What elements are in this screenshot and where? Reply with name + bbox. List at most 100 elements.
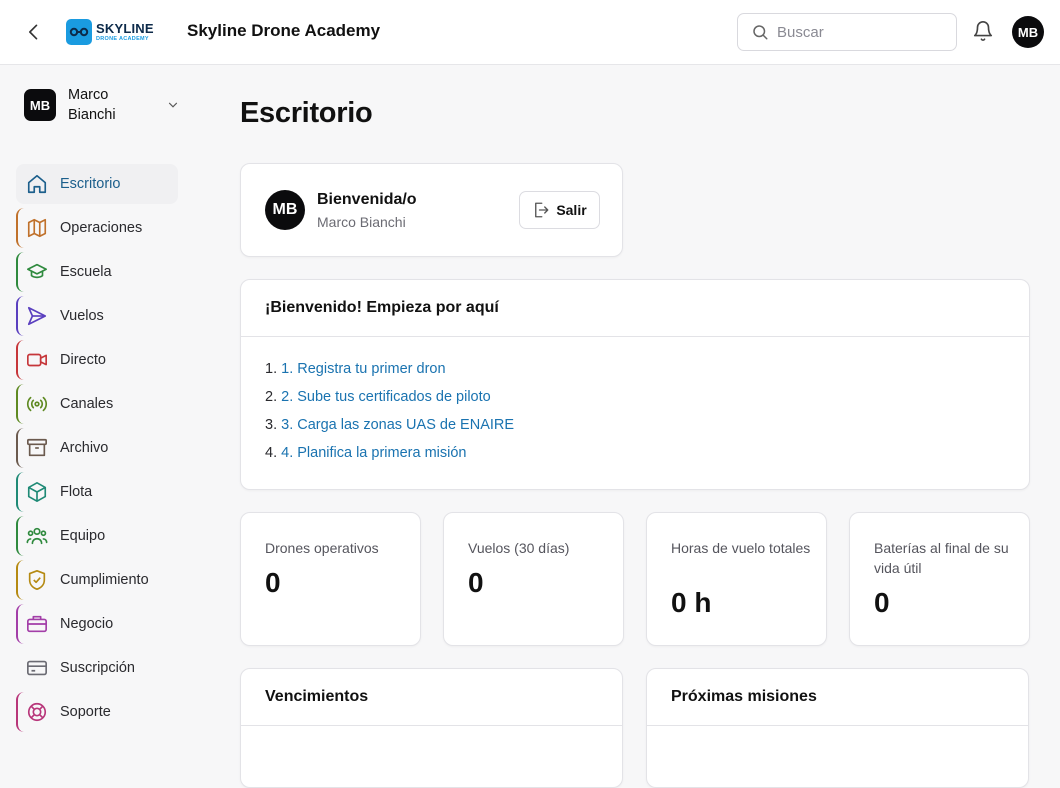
stat-card-flight-hours: Horas de vuelo totales 0 h [646, 512, 827, 646]
step-number: 4. [265, 445, 278, 461]
map-icon [26, 217, 48, 239]
list-item: 3. 3. Carga las zonas UAS de ENAIRE [265, 417, 1005, 445]
account-name: Marco Bianchi [68, 87, 116, 123]
list-item: 4. 4. Planifica la primera misión [265, 445, 1005, 473]
home-icon [26, 173, 48, 195]
step-link[interactable]: 4. Planifica la primera misión [281, 445, 466, 461]
getting-started-list: 1. 1. Registra tu primer dron 2. 2. Sube… [241, 337, 1029, 473]
stat-label: Horas de vuelo totales [671, 540, 811, 556]
sidebar-item-escritorio[interactable]: Escritorio [16, 164, 178, 204]
send-icon [26, 305, 48, 327]
sidebar-item-operaciones[interactable]: Operaciones [16, 208, 178, 248]
search-box[interactable] [737, 13, 957, 51]
archive-icon [26, 437, 48, 459]
getting-started-card: ¡Bienvenido! Empieza por aquí 1. 1. Regi… [240, 279, 1030, 490]
stat-value: 0 [468, 567, 484, 598]
sidebar-item-suscripcion[interactable]: Suscripción [16, 648, 178, 688]
sidebar-item-cumplimiento[interactable]: Cumplimiento [16, 560, 178, 600]
welcome-title: Bienvenida/o [317, 191, 417, 208]
welcome-card: MB Bienvenida/o Marco Bianchi Salir [240, 163, 623, 257]
chevron-left-icon [29, 24, 38, 40]
getting-started-title: ¡Bienvenido! Empieza por aquí [241, 280, 1029, 337]
sidebar-item-label: Flota [60, 484, 93, 500]
box-icon [26, 481, 48, 503]
stat-label: Baterías al final de su vida útil [874, 540, 1009, 576]
avatar: MB [265, 190, 305, 230]
step-number: 1. [265, 361, 278, 377]
logo[interactable]: SKYLINE DRONE ACADEMY [66, 19, 154, 45]
sidebar-item-archivo[interactable]: Archivo [16, 428, 178, 468]
step-number: 2. [265, 389, 278, 405]
sidebar: MB Marco Bianchi Escritorio Operaciones … [0, 65, 200, 736]
sidebar-item-directo[interactable]: Directo [16, 340, 178, 380]
sidebar-item-accent [16, 252, 24, 292]
sidebar-item-vuelos[interactable]: Vuelos [16, 296, 178, 336]
sidebar-item-label: Archivo [60, 440, 109, 456]
radio-icon [26, 393, 48, 415]
sidebar-item-label: Escritorio [60, 176, 121, 192]
logout-button[interactable]: Salir [519, 191, 600, 229]
page-title: Escritorio [240, 97, 373, 129]
drone-logo-icon [66, 19, 92, 45]
app-title: Skyline Drone Academy [187, 21, 381, 40]
step-link[interactable]: 1. Registra tu primer dron [281, 361, 445, 377]
list-item: 1. 1. Registra tu primer dron [265, 361, 1005, 389]
credit-card-icon [26, 657, 48, 679]
sidebar-item-label: Directo [60, 352, 106, 368]
video-icon [26, 349, 48, 371]
expirations-card: Vencimientos [240, 668, 623, 788]
notifications-button[interactable] [972, 20, 996, 44]
sidebar-item-label: Soporte [60, 704, 111, 720]
step-link[interactable]: 3. Carga las zonas UAS de ENAIRE [281, 417, 514, 433]
stat-value: 0 [874, 587, 890, 618]
sidebar-item-negocio[interactable]: Negocio [16, 604, 178, 644]
sidebar-item-canales[interactable]: Canales [16, 384, 178, 424]
shield-check-icon [26, 569, 48, 591]
log-out-icon [535, 202, 549, 218]
sidebar-item-label: Suscripción [60, 660, 135, 676]
sidebar-item-accent [16, 296, 24, 336]
top-bar: SKYLINE DRONE ACADEMY Skyline Drone Acad… [0, 0, 1060, 65]
stat-card-batteries: Baterías al final de su vida útil 0 [849, 512, 1030, 646]
back-button[interactable] [22, 20, 46, 44]
sidebar-item-label: Operaciones [60, 220, 143, 236]
account-switcher[interactable]: MB Marco Bianchi [24, 85, 184, 125]
sidebar-item-label: Negocio [60, 616, 114, 632]
sidebar-nav: Escritorio Operaciones Escuela Vuelos Di… [16, 164, 178, 736]
upcoming-missions-card: Próximas misiones [646, 668, 1029, 788]
search-input[interactable] [777, 23, 937, 41]
stat-value: 0 h [671, 587, 712, 618]
sidebar-item-accent [16, 208, 24, 248]
stat-card-drones: Drones operativos 0 [240, 512, 421, 646]
sidebar-item-soporte[interactable]: Soporte [16, 692, 178, 732]
sidebar-item-label: Equipo [60, 528, 106, 544]
list-item: 2. 2. Sube tus certificados de piloto [265, 389, 1005, 417]
step-link[interactable]: 2. Sube tus certificados de piloto [281, 389, 491, 405]
welcome-user-name: Marco Bianchi [317, 214, 406, 230]
sidebar-item-accent [16, 472, 24, 512]
account-avatar: MB [24, 89, 56, 121]
graduation-cap-icon [26, 261, 48, 283]
users-icon [26, 525, 48, 547]
briefcase-icon [26, 613, 48, 635]
sidebar-item-label: Escuela [60, 264, 112, 280]
life-buoy-icon [26, 701, 48, 723]
bell-icon [973, 21, 993, 41]
sidebar-item-equipo[interactable]: Equipo [16, 516, 178, 556]
sidebar-item-label: Cumplimiento [60, 572, 149, 588]
expirations-title: Vencimientos [241, 669, 622, 726]
logo-wordmark: SKYLINE [96, 20, 154, 36]
stat-label: Vuelos (30 días) [468, 540, 570, 556]
sidebar-item-label: Canales [60, 396, 114, 412]
sidebar-item-label: Vuelos [60, 308, 104, 324]
sidebar-item-accent [16, 384, 24, 424]
logout-label: Salir [556, 202, 587, 218]
sidebar-item-accent [16, 340, 24, 380]
step-number: 3. [265, 417, 278, 433]
sidebar-item-accent [16, 692, 24, 732]
sidebar-item-escuela[interactable]: Escuela [16, 252, 178, 292]
user-avatar[interactable]: MB [1012, 16, 1044, 48]
sidebar-item-accent [16, 428, 24, 468]
sidebar-item-flota[interactable]: Flota [16, 472, 178, 512]
sidebar-item-accent [16, 516, 24, 556]
